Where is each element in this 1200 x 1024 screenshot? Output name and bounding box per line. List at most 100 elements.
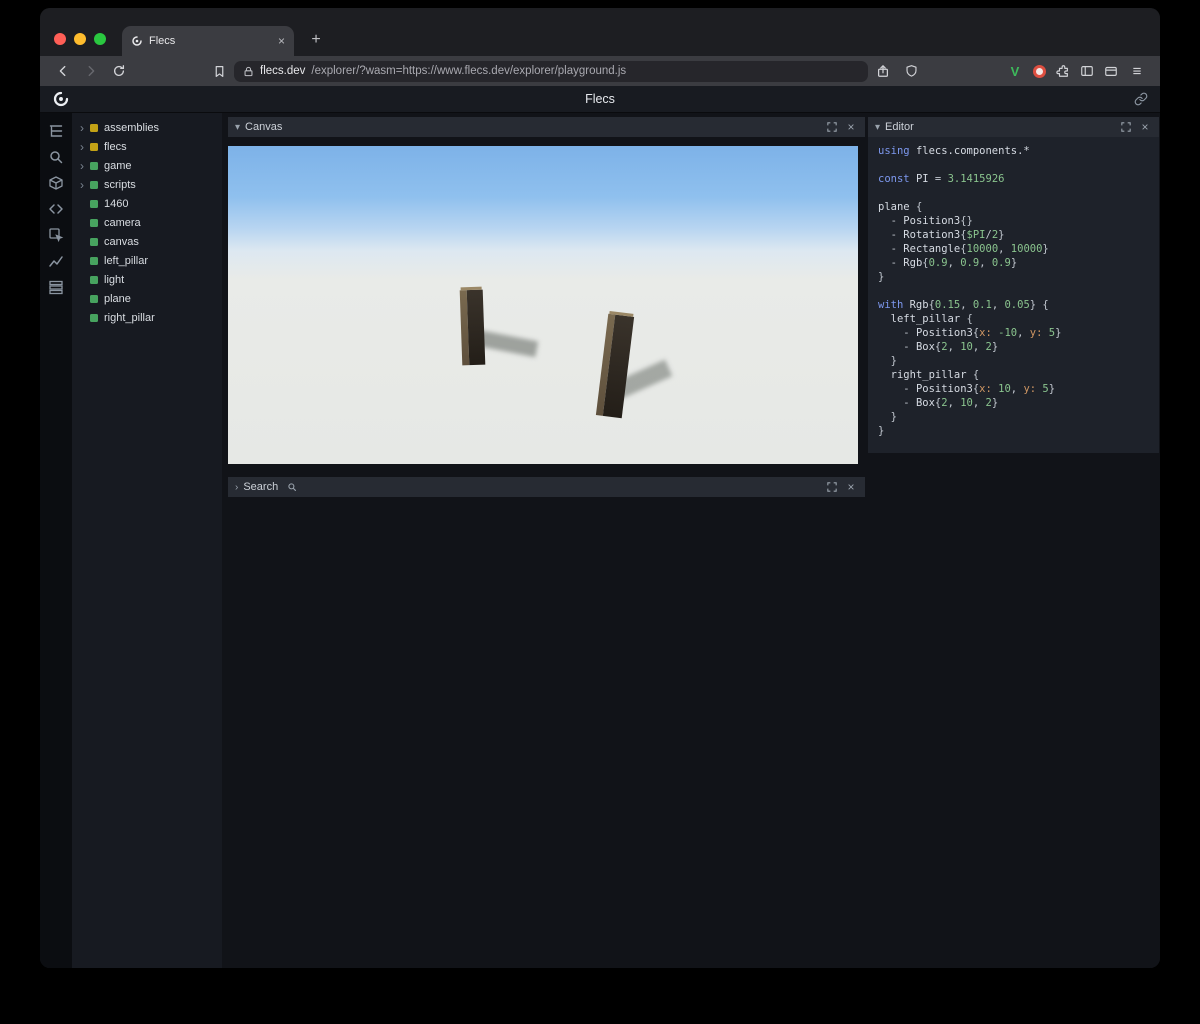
- code-line: - Position3{x: 10, y: 5}: [878, 383, 1056, 395]
- tree-item-left_pillar[interactable]: left_pillar: [72, 251, 222, 270]
- browser-tab[interactable]: Flecs ×: [122, 26, 294, 56]
- share-button[interactable]: [870, 60, 896, 82]
- entity-square-icon: [90, 275, 98, 284]
- forward-button[interactable]: [78, 60, 104, 82]
- search-panel-header[interactable]: › Search ×: [228, 477, 865, 497]
- tab-strip: Flecs × +: [40, 8, 1160, 56]
- wallet-icon[interactable]: [1100, 60, 1122, 82]
- script-editor[interactable]: using flecs.components.* const PI = 3.14…: [868, 137, 1159, 453]
- entity-square-icon: [90, 313, 98, 322]
- panel-title: Canvas: [245, 121, 283, 133]
- entity-label: game: [104, 159, 132, 172]
- code-line: }: [878, 425, 885, 437]
- traffic-lights: [54, 24, 106, 54]
- tree-item-light[interactable]: light: [72, 270, 222, 289]
- tree-item-right_pillar[interactable]: right_pillar: [72, 308, 222, 327]
- entity-tree-panel: › assemblies › flecs › game › scripts 1460 camera…: [72, 113, 222, 968]
- expand-chevron-icon[interactable]: ›: [80, 122, 90, 134]
- logs-rows-icon[interactable]: [48, 279, 64, 295]
- extension-v-icon[interactable]: V: [1004, 60, 1026, 82]
- close-panel-icon[interactable]: ×: [844, 120, 858, 134]
- browser-menu-icon[interactable]: ≡: [1124, 60, 1150, 82]
- entity-label: assemblies: [104, 121, 160, 134]
- code-line: - Rotation3{$PI/2}: [878, 229, 1005, 241]
- tree-item-canvas[interactable]: canvas: [72, 232, 222, 251]
- entity-label: flecs: [104, 140, 127, 153]
- editor-panel-header[interactable]: ▾ Editor ×: [868, 117, 1159, 137]
- code-line: - Rectangle{10000, 10000}: [878, 243, 1049, 255]
- inspector-icon[interactable]: [48, 227, 64, 243]
- brave-shield-icon[interactable]: [898, 60, 924, 82]
- back-button[interactable]: [50, 60, 76, 82]
- url-bar[interactable]: flecs.dev/explorer/?wasm=https://www.fle…: [234, 60, 868, 82]
- collapse-chevron-icon[interactable]: ▾: [875, 122, 880, 133]
- code-line: }: [878, 271, 885, 283]
- tree-item-camera[interactable]: camera: [72, 213, 222, 232]
- canvas-panel-header[interactable]: ▾ Canvas ×: [228, 117, 865, 137]
- tab-close-icon[interactable]: ×: [278, 34, 285, 48]
- stats-chart-icon[interactable]: [48, 253, 64, 269]
- window-close-button[interactable]: [54, 33, 66, 45]
- tree-item-game[interactable]: › game: [72, 156, 222, 175]
- code-line: with Rgb{0.15, 0.1, 0.05} {: [878, 299, 1049, 311]
- tree-item-flecs[interactable]: › flecs: [72, 137, 222, 156]
- window-zoom-button[interactable]: [94, 33, 106, 45]
- expand-panel-icon[interactable]: [1119, 120, 1133, 134]
- lock-icon: [243, 66, 254, 77]
- search-icon: [285, 480, 299, 494]
- extensions-puzzle-icon[interactable]: [1052, 60, 1074, 82]
- code-line: - Position3{x: -10, y: 5}: [878, 327, 1062, 339]
- window-minimize-button[interactable]: [74, 33, 86, 45]
- flecs-explorer-page: Flecs › assemblies › flecs › game › scri…: [40, 86, 1160, 968]
- left-pillar-3d: [459, 289, 486, 366]
- expand-chevron-icon[interactable]: ›: [80, 179, 90, 191]
- expand-panel-icon[interactable]: [825, 120, 839, 134]
- close-panel-icon[interactable]: ×: [1138, 120, 1152, 134]
- collapse-chevron-icon[interactable]: ▾: [235, 122, 240, 133]
- panel-title: Search: [243, 481, 279, 493]
- entity-square-icon: [90, 237, 98, 246]
- right-pillar-3d: [595, 313, 635, 419]
- close-panel-icon[interactable]: ×: [844, 480, 858, 494]
- new-tab-button[interactable]: +: [306, 30, 326, 50]
- entity-tree-icon[interactable]: [48, 123, 64, 139]
- code-rail-icon[interactable]: [48, 201, 64, 217]
- code-line: left_pillar {: [890, 313, 973, 325]
- expand-chevron-icon[interactable]: ›: [80, 160, 90, 172]
- entity-label: scripts: [104, 178, 136, 191]
- entity-label: camera: [104, 216, 141, 229]
- collapsed-chevron-icon[interactable]: ›: [235, 482, 238, 493]
- main-area: › assemblies › flecs › game › scripts 1460 camera…: [40, 113, 1160, 968]
- entity-label: light: [104, 273, 125, 286]
- browser-toolbar: flecs.dev/explorer/?wasm=https://www.fle…: [40, 56, 1160, 86]
- expand-chevron-icon[interactable]: ›: [80, 141, 90, 153]
- search-rail-icon[interactable]: [48, 149, 64, 165]
- icon-rail: [40, 113, 72, 968]
- code-line: const PI = 3.1415926: [878, 173, 1005, 185]
- sidebar-toggle-icon[interactable]: [1076, 60, 1098, 82]
- entity-square-icon: [90, 180, 98, 189]
- entity-label: canvas: [104, 235, 139, 248]
- entity-label: left_pillar: [104, 254, 149, 267]
- code-line: }: [878, 411, 897, 423]
- code-line: right_pillar {: [890, 369, 980, 381]
- bookmarks-button[interactable]: [206, 60, 232, 82]
- tree-item-1460[interactable]: 1460: [72, 194, 222, 213]
- tree-item-scripts[interactable]: › scripts: [72, 175, 222, 194]
- reload-button[interactable]: [106, 60, 132, 82]
- extension-recorder-icon[interactable]: [1028, 60, 1050, 82]
- tab-title: Flecs: [149, 35, 176, 47]
- entity-square-icon: [90, 218, 98, 227]
- app-header: Flecs: [40, 86, 1160, 113]
- tree-item-assemblies[interactable]: › assemblies: [72, 118, 222, 137]
- components-cube-icon[interactable]: [48, 175, 64, 191]
- canvas-3d-viewport[interactable]: [228, 146, 858, 464]
- tab-favicon-flecs-logo-icon: [131, 35, 143, 47]
- panel-title: Editor: [885, 121, 914, 133]
- entity-square-icon: [90, 294, 98, 303]
- expand-panel-icon[interactable]: [825, 480, 839, 494]
- url-domain: flecs.dev: [260, 65, 306, 77]
- tree-item-plane[interactable]: plane: [72, 289, 222, 308]
